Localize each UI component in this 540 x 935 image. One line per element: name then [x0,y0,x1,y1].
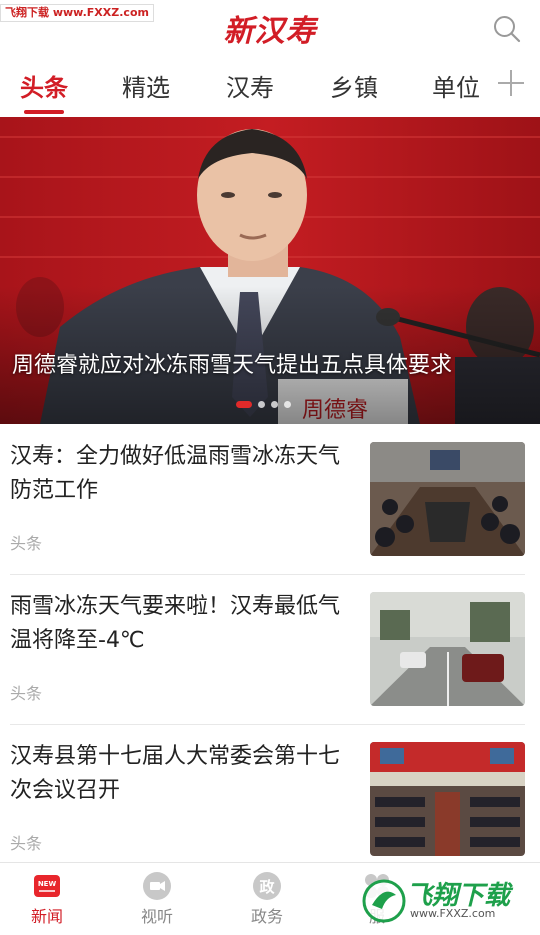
featured-banner[interactable]: 周德睿 周德睿就应对冰冻雨雪天气提出五点具体要求 [0,117,540,424]
video-icon [142,871,172,901]
list-divider [10,724,525,725]
svg-text:政: 政 [259,878,275,896]
list-divider [10,574,525,575]
news-thumbnail[interactable] [370,592,525,706]
carousel-indicator [236,400,291,408]
watermark-url: www.FXXZ.com [410,907,496,920]
carousel-dot[interactable] [284,400,291,408]
watermark-bottom-right: 飞翔下载 www.FXXZ.com [362,873,532,931]
carousel-dot[interactable] [271,400,278,408]
active-tab-indicator [24,110,64,114]
news-list-item[interactable]: 汉寿：全力做好低温雨雪冰冻天气防范工作 头条 [10,426,530,576]
add-tab-icon[interactable] [496,68,526,98]
tab-headlines[interactable]: 头条 [4,68,84,103]
tab-units[interactable]: 单位 [416,68,496,103]
tab-hanshou[interactable]: 汉寿 [210,68,290,103]
news-list-item[interactable]: 雨雪冰冻天气要来啦！汉寿最低气温将降至-4℃ 头条 [10,576,530,726]
svg-text:NEW: NEW [38,880,57,888]
news-thumbnail[interactable] [370,442,525,556]
news-tag: 头条 [10,834,43,853]
news-tag: 头条 [10,534,43,553]
news-title[interactable]: 汉寿县第十七届人大常委会第十七次会议召开 [10,740,355,808]
category-tabs: 头条 精选 汉寿 乡镇 单位 [0,58,540,116]
search-icon[interactable] [492,14,522,44]
banner-headline[interactable]: 周德睿就应对冰冻雨雪天气提出五点具体要求 [12,347,452,379]
carousel-dot[interactable] [236,400,252,408]
tab-towns[interactable]: 乡镇 [314,68,394,103]
government-icon: 政 [252,871,282,901]
news-tag: 头条 [10,684,43,703]
news-title[interactable]: 汉寿：全力做好低温雨雪冰冻天气防范工作 [10,440,355,508]
app-header: 飞翔下载 www.FXXZ.com 新汉寿 [0,0,540,58]
news-title[interactable]: 雨雪冰冻天气要来啦！汉寿最低气温将降至-4℃ [10,590,355,658]
nav-label: 新闻 [30,907,63,926]
nav-video[interactable]: 视听 [112,869,202,933]
news-list-item[interactable]: 汉寿县第十七届人大常委会第十七次会议召开 头条 [10,726,530,876]
news-thumbnail[interactable] [370,742,525,856]
nav-label: 视听 [140,907,173,926]
nav-news[interactable]: NEW 新闻 [2,869,92,933]
carousel-dot[interactable] [258,400,265,408]
news-icon: NEW [32,871,62,901]
nav-government[interactable]: 政 政务 [222,869,312,933]
tab-featured[interactable]: 精选 [106,68,186,103]
app-logo: 新汉寿 [223,14,317,49]
watermark-logo-icon [362,879,406,923]
nav-label: 政务 [250,907,283,926]
bottom-navigation: NEW 新闻 视听 政 政务 飞翔下载 www.FXXZ.com [0,862,540,935]
